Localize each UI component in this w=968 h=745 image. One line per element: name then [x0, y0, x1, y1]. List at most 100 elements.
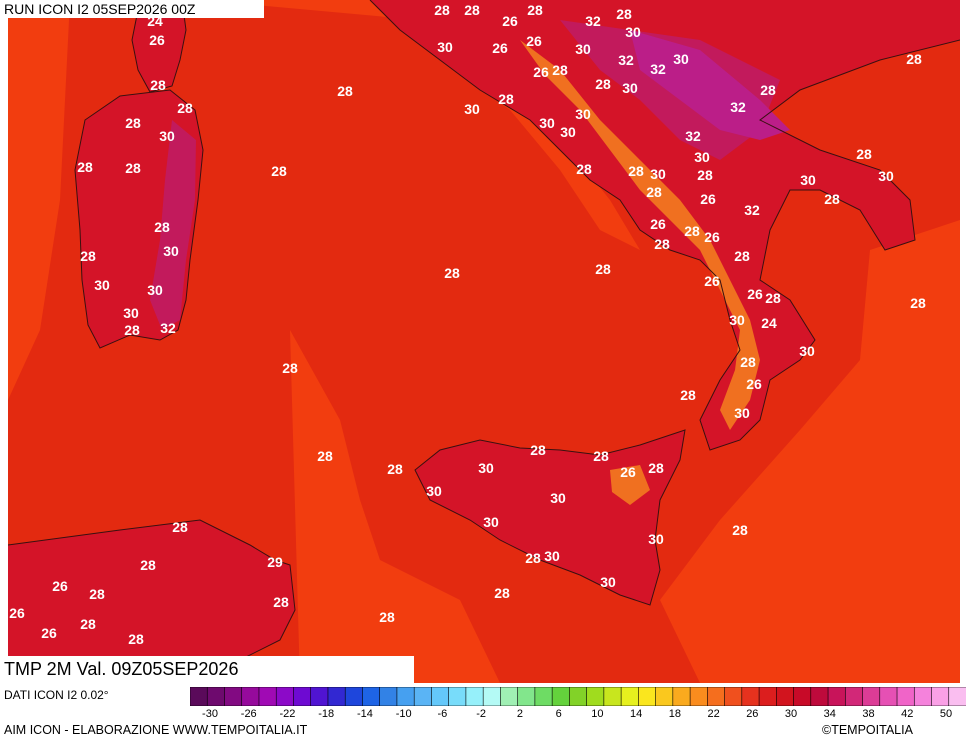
temperature-label: 26 — [650, 216, 666, 232]
colorbar-swatch — [569, 687, 588, 706]
colorbar-swatch — [482, 687, 502, 706]
temperature-label: 30 — [123, 305, 139, 321]
temperature-label: 28 — [464, 2, 480, 18]
temperature-label: 30 — [544, 548, 560, 564]
temperature-label: 30 — [600, 574, 616, 590]
colorbar-swatch — [448, 687, 467, 706]
temperature-label: 28 — [125, 115, 141, 131]
temperature-label: 28 — [273, 594, 289, 610]
colorbar-swatch — [327, 687, 346, 706]
temperature-label: 26 — [52, 578, 68, 594]
copyright: ©TEMPOITALIA — [822, 723, 913, 737]
temperature-label: 32 — [650, 61, 666, 77]
temperature-label: 28 — [124, 322, 140, 338]
colorbar-swatch — [931, 687, 950, 706]
colorbar-ticks: -30 -26 -22 -18 -14 -10 -6 -2 2 6 10 14 18 22 26 30 34 38… — [190, 708, 966, 722]
colorbar-swatch — [206, 687, 226, 706]
temperature-label: 30 — [575, 41, 591, 57]
temperature-label: 28 — [379, 609, 395, 625]
colorbar-swatch — [655, 687, 674, 706]
temperature-label: 28 — [680, 387, 696, 403]
colorbar-tick-label: 30 — [784, 708, 798, 720]
temperature-label: 28 — [732, 522, 748, 538]
temperature-label: 32 — [685, 128, 701, 144]
colorbar-tick-label: -22 — [279, 708, 296, 720]
temperature-label: 26 — [746, 376, 762, 392]
temperature-label: 28 — [434, 2, 450, 18]
variable-title: TMP 2M Val. 09Z05SEP2026 — [0, 656, 414, 683]
temperature-label: 30 — [878, 168, 894, 184]
temperature-label: 30 — [550, 490, 566, 506]
temperature-label: 30 — [483, 514, 499, 530]
temperature-label: 32 — [618, 52, 634, 68]
run-title: RUN ICON I2 05SEP2026 00Z — [0, 0, 264, 18]
colorbar-tick-label: -10 — [395, 708, 412, 720]
temperature-label: 30 — [650, 166, 666, 182]
temperature-label: 30 — [622, 80, 638, 96]
colorbar-tick-label: 42 — [901, 708, 914, 720]
temperature-label: 26 — [747, 286, 763, 302]
temperature-label: 28 — [595, 76, 611, 92]
colorbar-tick-label: 18 — [668, 708, 681, 720]
temperature-label: 26 — [526, 33, 542, 49]
colorbar-swatch — [793, 687, 812, 706]
temperature-label: 26 — [704, 273, 720, 289]
temperature-label: 29 — [267, 554, 283, 570]
colorbar-swatch — [638, 687, 657, 706]
temperature-label: 28 — [387, 461, 403, 477]
colorbar-tick-label: 50 — [939, 708, 953, 720]
colorbar — [190, 687, 966, 706]
temperature-label: 28 — [906, 51, 922, 67]
colorbar-tick-label: 14 — [629, 708, 643, 720]
colorbar-swatch — [827, 687, 846, 706]
colorbar-tick-label: -26 — [240, 708, 257, 720]
colorbar-swatch — [948, 687, 966, 706]
colorbar-tick-label: -2 — [476, 708, 487, 720]
temperature-label: 30 — [464, 101, 480, 117]
temperature-label: 32 — [730, 99, 746, 115]
colorbar-swatch — [844, 687, 864, 706]
colorbar-swatch — [741, 687, 760, 706]
temperature-label: 28 — [654, 236, 670, 252]
colorbar-swatch — [707, 687, 726, 706]
temperature-label: 28 — [494, 585, 510, 601]
temperature-label: 30 — [426, 483, 442, 499]
temperature-label: 30 — [729, 312, 745, 328]
temperature-map: 24262828302828 2828302830 303028 32282828 28… — [8, 0, 960, 683]
colorbar-swatch — [586, 687, 605, 706]
temperature-label: 28 — [89, 586, 105, 602]
temperature-label: 28 — [337, 83, 353, 99]
colorbar-swatch — [913, 687, 933, 706]
colorbar-tick-label: -18 — [318, 708, 335, 720]
temperature-label: 30 — [478, 460, 494, 476]
colorbar-tick-label: -14 — [356, 708, 373, 720]
colorbar-swatch — [362, 687, 381, 706]
temperature-label: 32 — [160, 320, 176, 336]
temperature-label: 26 — [492, 40, 508, 56]
temperature-label: 30 — [94, 277, 110, 293]
colorbar-swatch — [224, 687, 243, 706]
temperature-label: 28 — [628, 163, 644, 179]
colorbar-swatch — [758, 687, 777, 706]
temperature-label: 32 — [585, 13, 601, 29]
temperature-label: 30 — [734, 405, 750, 421]
temperature-label: 30 — [800, 172, 816, 188]
temperature-label: 28 — [576, 161, 592, 177]
data-source: DATI ICON I2 0.02° — [4, 688, 109, 702]
temperature-label: 30 — [694, 149, 710, 165]
temperature-label: 28 — [282, 360, 298, 376]
temperature-label: 28 — [271, 163, 287, 179]
colorbar-swatch — [879, 687, 898, 706]
temperature-label: 28 — [616, 6, 632, 22]
temperature-label: 26 — [502, 13, 518, 29]
colorbar-tick-label: 34 — [823, 708, 836, 720]
temperature-label: 28 — [498, 91, 514, 107]
temperature-label: 28 — [648, 460, 664, 476]
temperature-label: 28 — [552, 62, 568, 78]
colorbar-swatch — [396, 687, 415, 706]
temperature-label: 28 — [595, 261, 611, 277]
temperature-label: 26 — [149, 32, 165, 48]
temperature-label: 30 — [159, 128, 175, 144]
temperature-label: 28 — [856, 146, 872, 162]
temperature-label: 28 — [684, 223, 700, 239]
